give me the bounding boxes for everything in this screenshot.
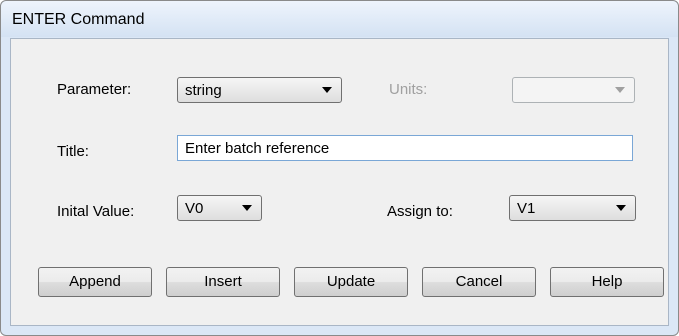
parameter-value: string — [185, 82, 222, 99]
parameter-label: Parameter: — [57, 81, 132, 98]
help-button[interactable]: Help — [550, 267, 664, 297]
chevron-down-icon — [615, 87, 625, 93]
append-button[interactable]: Append — [38, 267, 152, 297]
window-title: ENTER Command — [12, 11, 145, 28]
enter-command-dialog: ENTER Command Parameter: string Units: T… — [0, 0, 679, 336]
title-input[interactable]: Enter batch reference — [177, 135, 633, 161]
assign-to-dropdown[interactable]: V1 — [509, 195, 636, 221]
cancel-button[interactable]: Cancel — [422, 267, 536, 297]
initial-value-dropdown[interactable]: V0 — [177, 195, 262, 221]
units-label: Units: — [389, 81, 428, 98]
chevron-down-icon — [242, 205, 252, 211]
title-input-value: Enter batch reference — [185, 140, 330, 157]
chevron-down-icon — [616, 205, 626, 211]
title-bar[interactable]: ENTER Command — [1, 1, 678, 37]
update-button[interactable]: Update — [294, 267, 408, 297]
insert-button[interactable]: Insert — [166, 267, 280, 297]
chevron-down-icon — [322, 87, 332, 93]
dialog-body: Parameter: string Units: Title: Enter ba… — [10, 38, 669, 326]
assign-to-value: V1 — [517, 200, 536, 217]
title-label: Title: — [57, 143, 89, 160]
units-dropdown[interactable] — [512, 77, 635, 103]
initial-value-label: Inital Value: — [57, 203, 135, 220]
parameter-dropdown[interactable]: string — [177, 77, 342, 103]
initial-value-value: V0 — [185, 200, 204, 217]
assign-to-label: Assign to: — [387, 203, 453, 220]
